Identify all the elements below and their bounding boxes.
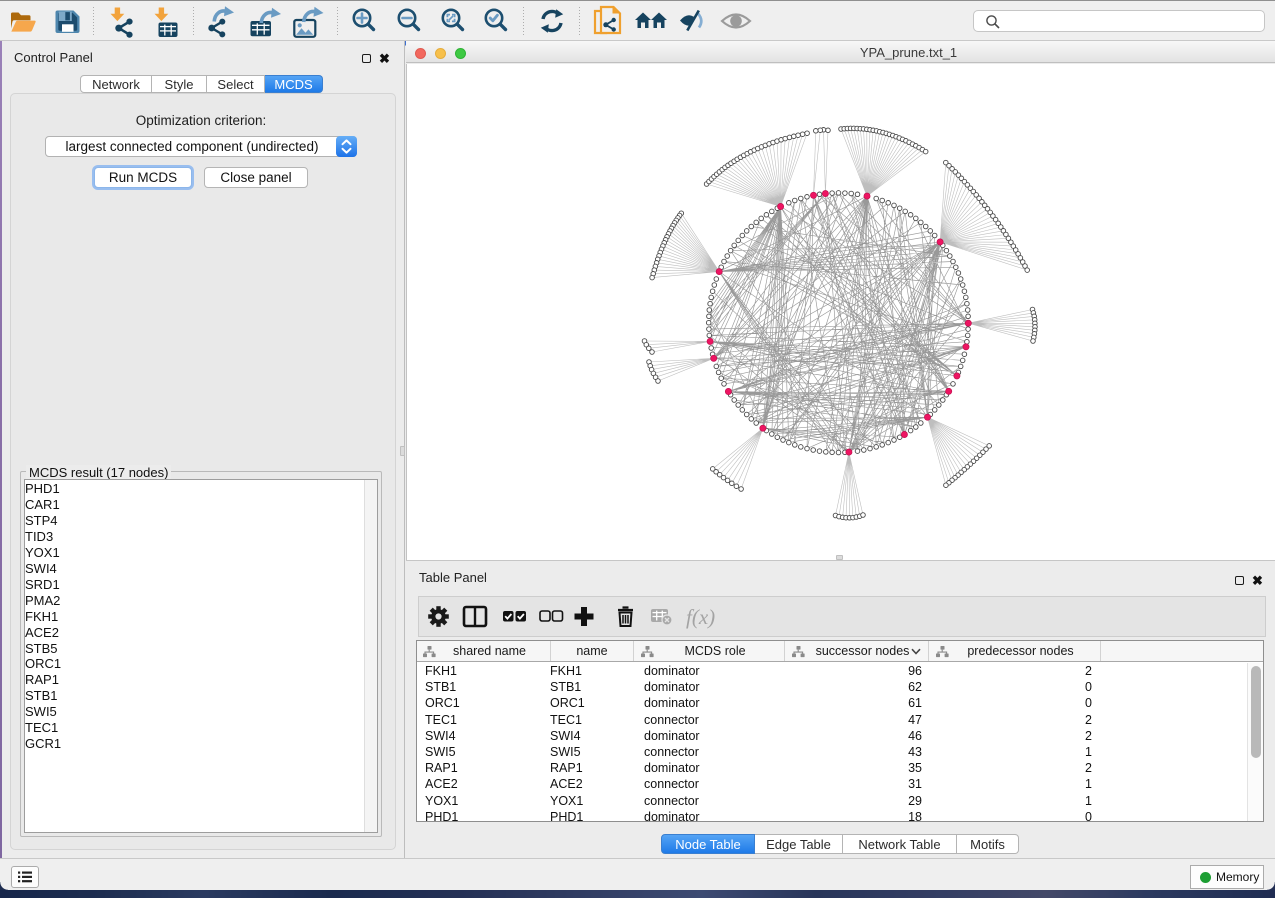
- svg-text:f(x): f(x): [686, 605, 715, 629]
